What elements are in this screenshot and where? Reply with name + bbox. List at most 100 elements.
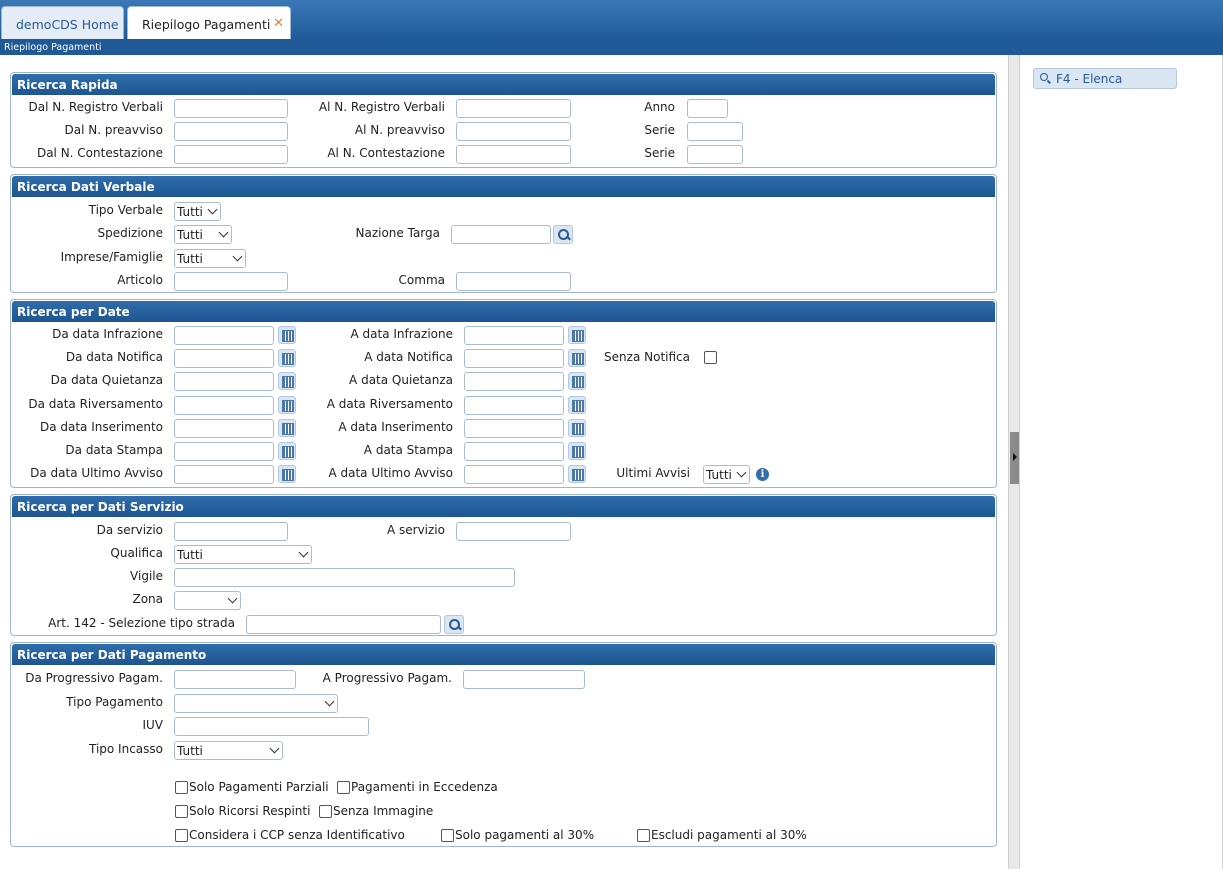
calendar-icon[interactable] <box>278 349 296 367</box>
label-a-data: A data Infrazione <box>350 327 454 341</box>
label-al-preavviso: Al N. preavviso <box>354 123 445 137</box>
fieldset-ricerca-rapida: Ricerca Rapida Dal N. Registro Verbali A… <box>10 72 997 168</box>
chevron-down-icon <box>298 547 309 558</box>
eccedenza-checkbox[interactable] <box>337 781 350 794</box>
vigile-input[interactable] <box>174 568 515 587</box>
articolo-input[interactable] <box>174 272 288 291</box>
a-data-input[interactable] <box>464 349 564 368</box>
solo-parziali-label: Solo Pagamenti Parziali <box>189 780 329 794</box>
close-icon[interactable]: ✕ <box>273 16 284 31</box>
a-progressivo-input[interactable] <box>463 670 585 689</box>
a-data-input[interactable] <box>464 465 564 484</box>
da-data-input[interactable] <box>174 396 274 415</box>
search-icon[interactable] <box>444 615 464 634</box>
label-da-data: Da data Riversamento <box>28 397 163 411</box>
fieldset-ricerca-dati-verbale: Ricerca Dati Verbale Tipo Verbale Tutti … <box>10 174 997 293</box>
da-data-input[interactable] <box>174 372 274 391</box>
serie-preavviso-input[interactable] <box>687 122 743 141</box>
search-icon <box>1040 73 1048 81</box>
eccedenza-label: Pagamenti in Eccedenza <box>351 780 498 794</box>
ccp-senza-id-checkbox[interactable] <box>175 829 188 842</box>
solo-30-checkbox[interactable] <box>441 829 454 842</box>
calendar-icon[interactable] <box>568 349 586 367</box>
f4-elenca-button[interactable]: F4 - Elenca <box>1033 68 1177 89</box>
anno-input[interactable] <box>687 99 728 118</box>
da-data-input[interactable] <box>174 465 274 484</box>
label-zona: Zona <box>132 592 163 606</box>
da-data-input[interactable] <box>174 326 274 345</box>
a-data-input[interactable] <box>464 372 564 391</box>
serie-contestazione-input[interactable] <box>687 145 743 164</box>
a-data-input[interactable] <box>464 419 564 438</box>
tipo-pagamento-select[interactable] <box>174 694 338 713</box>
tipo-verbale-select[interactable]: Tutti <box>174 202 221 221</box>
chevron-down-icon <box>324 696 335 707</box>
label-tipo-incasso: Tipo Incasso <box>88 742 163 756</box>
calendar-icon[interactable] <box>278 419 296 437</box>
ricorsi-respinti-label: Solo Ricorsi Respinti <box>189 804 311 818</box>
zona-select[interactable] <box>174 591 241 610</box>
solo-parziali-checkbox[interactable] <box>175 781 188 794</box>
calendar-icon[interactable] <box>568 396 586 414</box>
calendar-icon[interactable] <box>278 396 296 414</box>
calendar-icon[interactable] <box>278 372 296 390</box>
label-al-registro: Al N. Registro Verbali <box>318 100 445 114</box>
al-preavviso-input[interactable] <box>456 122 571 141</box>
calendar-icon[interactable] <box>278 442 296 460</box>
a-data-input[interactable] <box>464 442 564 461</box>
calendar-icon[interactable] <box>568 442 586 460</box>
al-contestazione-input[interactable] <box>456 145 571 164</box>
tab-riepilogo-pagamenti[interactable]: Riepilogo Pagamenti ✕ <box>127 6 291 39</box>
nazione-targa-input[interactable] <box>451 225 551 244</box>
ricorsi-respinti-checkbox[interactable] <box>175 805 188 818</box>
dal-contestazione-input[interactable] <box>174 145 288 164</box>
dal-preavviso-input[interactable] <box>174 122 288 141</box>
calendar-icon[interactable] <box>278 326 296 344</box>
panel-splitter[interactable] <box>1008 55 1020 869</box>
ultimi-avvisi-select[interactable]: Tutti <box>703 465 750 484</box>
search-icon[interactable] <box>553 225 573 244</box>
a-data-input[interactable] <box>464 326 564 345</box>
da-servizio-input[interactable] <box>174 522 288 541</box>
calendar-icon[interactable] <box>568 326 586 344</box>
search-form-area: Ricerca Rapida Dal N. Registro Verbali A… <box>0 55 1008 869</box>
fieldset-ricerca-pagamento: Ricerca per Dati Pagamento Da Progressiv… <box>10 642 997 847</box>
da-data-input[interactable] <box>174 442 274 461</box>
label-nazione-targa: Nazione Targa <box>355 226 441 240</box>
spedizione-select[interactable]: Tutti <box>174 225 232 244</box>
collapse-arrow-icon[interactable] <box>1010 432 1019 484</box>
label-da-data: Da data Notifica <box>65 350 163 364</box>
da-data-input[interactable] <box>174 419 274 438</box>
senza-notifica-checkbox[interactable] <box>704 351 717 364</box>
label-imprese-famiglie: Imprese/Famiglie <box>60 250 163 264</box>
label-spedizione: Spedizione <box>97 226 163 240</box>
tab-home[interactable]: demoCDS Home <box>1 6 124 39</box>
a-data-input[interactable] <box>464 396 564 415</box>
calendar-icon[interactable] <box>568 419 586 437</box>
escludi-30-checkbox[interactable] <box>637 829 650 842</box>
info-icon[interactable]: i <box>756 468 769 481</box>
label-senza-notifica: Senza Notifica <box>604 350 690 364</box>
a-servizio-input[interactable] <box>456 522 571 541</box>
qualifica-select[interactable]: Tutti <box>174 545 312 564</box>
label-anno: Anno <box>644 100 675 114</box>
label-ultimi-avvisi: Ultimi Avvisi <box>616 466 690 480</box>
label-da-data: Da data Ultimo Avviso <box>30 466 163 480</box>
calendar-icon[interactable] <box>568 465 586 483</box>
tipo-incasso-select[interactable]: Tutti <box>174 741 283 760</box>
al-registro-input[interactable] <box>456 99 571 118</box>
calendar-icon[interactable] <box>278 465 296 483</box>
da-progressivo-input[interactable] <box>174 670 296 689</box>
senza-immagine-checkbox[interactable] <box>319 805 332 818</box>
dal-registro-input[interactable] <box>174 99 288 118</box>
imprese-famiglie-select[interactable]: Tutti <box>174 249 246 268</box>
calendar-icon[interactable] <box>568 372 586 390</box>
iuv-input[interactable] <box>174 717 369 736</box>
label-art142: Art. 142 - Selezione tipo strada <box>48 616 235 630</box>
comma-input[interactable] <box>456 272 571 291</box>
da-data-input[interactable] <box>174 349 274 368</box>
select-value: Tutti <box>177 252 203 266</box>
art142-input[interactable] <box>246 615 441 634</box>
ccp-senza-id-label: Considera i CCP senza Identificativo <box>189 828 405 842</box>
select-value: Tutti <box>177 205 203 219</box>
